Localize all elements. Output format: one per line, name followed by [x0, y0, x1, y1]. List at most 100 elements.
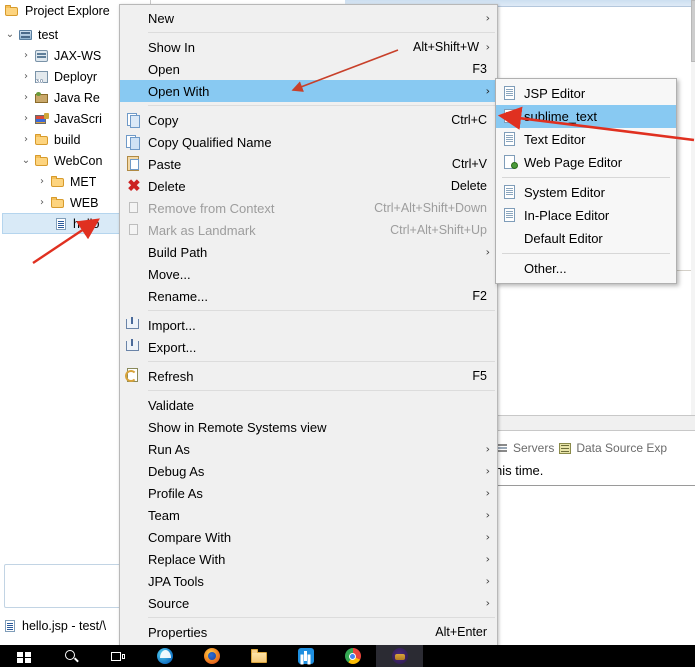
- menu-item-open[interactable]: Open F3: [120, 58, 497, 80]
- menu-separator: [148, 310, 495, 311]
- submenu-item-jsp-editor[interactable]: JSP Editor: [496, 82, 676, 105]
- submenu-item-other[interactable]: Other...: [496, 257, 676, 280]
- menu-item-label: Show In: [148, 39, 195, 55]
- tree-twisty-icon[interactable]: ⌄: [18, 155, 34, 166]
- menu-item-debug-as[interactable]: Debug As ›: [120, 460, 497, 482]
- submenu-item-sublime-text[interactable]: sublime_text: [496, 105, 676, 128]
- start-button[interactable]: [0, 645, 47, 667]
- menu-icon-placeholder: [120, 416, 148, 438]
- edge-button[interactable]: [141, 645, 188, 667]
- folder-icon: [50, 174, 66, 190]
- search-button[interactable]: [47, 645, 94, 667]
- export-icon: [120, 336, 148, 358]
- copy-qualified-icon: [120, 131, 148, 153]
- menu-item-refresh[interactable]: Refresh F5: [120, 365, 497, 387]
- menu-item-profile-as[interactable]: Profile As ›: [120, 482, 497, 504]
- submenu-chevron-icon: ›: [485, 245, 490, 259]
- deployment-icon: [34, 69, 50, 85]
- delete-icon: ✖: [127, 178, 141, 195]
- tree-twisty-icon[interactable]: ›: [18, 113, 34, 124]
- submenu-item-default-editor[interactable]: Default Editor: [496, 227, 676, 250]
- submenu-item-in-place-editor[interactable]: In-Place Editor: [496, 204, 676, 227]
- tree-item-label: test: [38, 27, 59, 42]
- tree-item-label: Java Re: [54, 90, 100, 105]
- folder-icon: [34, 153, 50, 169]
- menu-item-team[interactable]: Team ›: [120, 504, 497, 526]
- menu-icon-placeholder: [120, 36, 148, 58]
- menu-item-new[interactable]: New ›: [120, 7, 497, 29]
- submenu-chevron-icon: ›: [485, 552, 490, 566]
- menu-item-shortcut: F3: [472, 62, 487, 76]
- tree-twisty-icon[interactable]: ›: [34, 176, 50, 187]
- tab-servers-label: Servers: [513, 441, 555, 455]
- menu-item-build-path[interactable]: Build Path ›: [120, 241, 497, 263]
- menu-item-label: Run As: [148, 441, 190, 457]
- folder-icon: [34, 132, 50, 148]
- menu-item-copy[interactable]: Copy Ctrl+C: [120, 109, 497, 131]
- file-explorer-icon: [250, 647, 268, 665]
- submenu-item-text-editor[interactable]: Text Editor: [496, 128, 676, 151]
- task-view-button[interactable]: [94, 645, 141, 667]
- tree-twisty-icon[interactable]: ›: [18, 134, 34, 145]
- eclipse-icon: [391, 647, 409, 665]
- tree-item-label: MET: [70, 174, 97, 189]
- project-explorer-title: Project Explore: [25, 4, 110, 18]
- menu-item-source[interactable]: Source ›: [120, 592, 497, 614]
- menu-item-run-as[interactable]: Run As ›: [120, 438, 497, 460]
- eclipse-button[interactable]: [376, 645, 423, 667]
- panel-tab-bar: Servers Data Source Exp: [495, 437, 695, 459]
- tree-item-label: JavaScri: [54, 111, 102, 126]
- submenu-chevron-icon: ›: [485, 530, 490, 544]
- submenu-chevron-icon: ›: [485, 40, 490, 54]
- context-menu[interactable]: New › Show In Alt+Shift+W › Open F3 Open With › C…: [119, 4, 498, 646]
- menu-item-jpa-tools[interactable]: JPA Tools ›: [120, 570, 497, 592]
- firefox-button[interactable]: [188, 645, 235, 667]
- menu-item-delete[interactable]: ✖ Delete Delete: [120, 175, 497, 197]
- submenu-separator: [502, 177, 670, 178]
- tree-twisty-icon[interactable]: ›: [34, 197, 50, 208]
- copy-icon: [120, 109, 148, 131]
- store-button[interactable]: [282, 645, 329, 667]
- tab-servers[interactable]: Servers: [495, 441, 554, 455]
- menu-item-move[interactable]: Move...: [120, 263, 497, 285]
- menu-item-properties[interactable]: Properties Alt+Enter: [120, 621, 497, 643]
- refresh-icon: [120, 365, 148, 387]
- submenu-separator: [502, 253, 670, 254]
- web-page-editor-icon: [496, 151, 524, 174]
- explorer-button[interactable]: [235, 645, 282, 667]
- menu-item-validate[interactable]: Validate: [120, 394, 497, 416]
- menu-icon-placeholder: [120, 394, 148, 416]
- submenu-item-system-editor[interactable]: System Editor: [496, 181, 676, 204]
- menu-item-label: Refresh: [148, 368, 194, 384]
- menu-item-shortcut: Ctrl+Alt+Shift+Up: [390, 223, 487, 237]
- menu-icon-placeholder: [120, 621, 148, 643]
- menu-item-copy-qualified-name[interactable]: Copy Qualified Name: [120, 131, 497, 153]
- editor-scrollbar-thumb[interactable]: [691, 0, 695, 62]
- menu-item-label: Export...: [148, 339, 197, 355]
- submenu-item-label: Other...: [524, 261, 567, 276]
- remove-context-icon: [120, 197, 148, 219]
- status-bar: hello.jsp - test/\: [2, 618, 106, 634]
- menu-item-open-with[interactable]: Open With ›: [120, 80, 497, 102]
- menu-item-compare-with[interactable]: Compare With ›: [120, 526, 497, 548]
- tree-twisty-icon[interactable]: ⌄: [2, 29, 18, 40]
- menu-item-show-in-remote-systems-view[interactable]: Show in Remote Systems view: [120, 416, 497, 438]
- menu-item-replace-with[interactable]: Replace With ›: [120, 548, 497, 570]
- tab-data-source-explorer[interactable]: Data Source Exp: [558, 441, 667, 455]
- menu-separator: [148, 361, 495, 362]
- submenu-item-web-page-editor[interactable]: Web Page Editor: [496, 151, 676, 174]
- tree-twisty-icon[interactable]: ›: [18, 92, 34, 103]
- chrome-button[interactable]: [329, 645, 376, 667]
- menu-item-import[interactable]: Import...: [120, 314, 497, 336]
- menu-item-paste[interactable]: Paste Ctrl+V: [120, 153, 497, 175]
- paste-icon: [120, 153, 148, 175]
- open-with-submenu[interactable]: JSP Editor sublime_text Text Editor Web Pag…: [495, 78, 677, 284]
- tree-twisty-icon[interactable]: ›: [18, 71, 34, 82]
- menu-item-rename[interactable]: Rename... F2: [120, 285, 497, 307]
- menu-item-show-in[interactable]: Show In Alt+Shift+W ›: [120, 36, 497, 58]
- menu-item-export[interactable]: Export...: [120, 336, 497, 358]
- menu-icon-placeholder: [120, 58, 148, 80]
- tree-twisty-icon[interactable]: ›: [18, 50, 34, 61]
- menu-item-label: Debug As: [148, 463, 205, 479]
- submenu-chevron-icon: ›: [485, 508, 490, 522]
